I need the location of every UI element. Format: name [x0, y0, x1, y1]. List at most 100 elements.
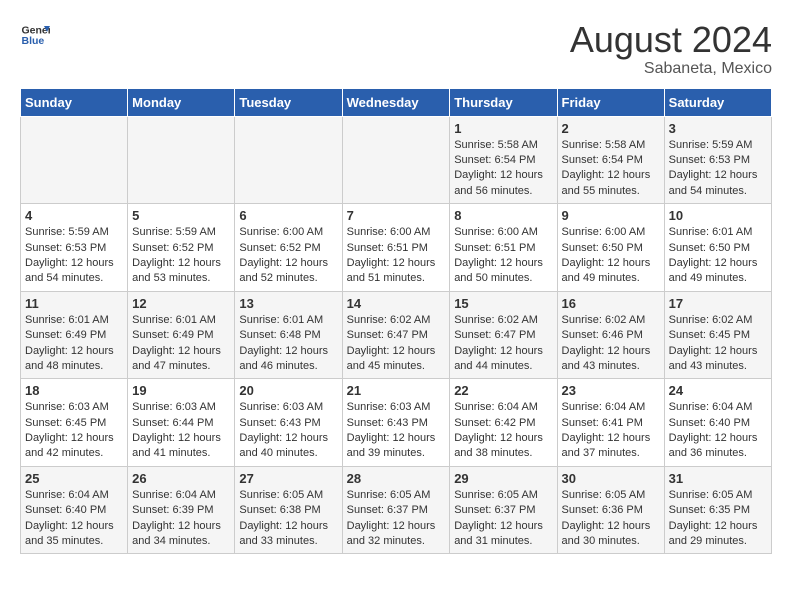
day-number: 25	[25, 471, 123, 486]
calendar-cell: 24 Sunrise: 6:04 AMSunset: 6:40 PMDayligh…	[664, 379, 771, 467]
calendar-week-row: 4 Sunrise: 5:59 AMSunset: 6:53 PMDaylight…	[21, 204, 772, 292]
calendar-header-tuesday: Tuesday	[235, 88, 342, 116]
day-number: 6	[239, 208, 337, 223]
calendar-title: August 2024	[570, 20, 772, 60]
day-number: 12	[132, 296, 230, 311]
calendar-cell: 14Sunrise: 6:02 AMSunset: 6:47 PMDayligh…	[342, 291, 450, 379]
day-number: 3	[669, 121, 767, 136]
calendar-week-row: 18Sunrise: 6:03 AMSunset: 6:45 PMDayligh…	[21, 379, 772, 467]
day-detail: Sunrise: 5:59 AMSunset: 6:53 PMDaylight:…	[669, 138, 767, 200]
day-number: 29	[454, 471, 552, 486]
calendar-cell: 2 Sunrise: 5:58 AMSunset: 6:54 PMDaylight…	[557, 116, 664, 204]
calendar-table: SundayMondayTuesdayWednesdayThursdayFrid…	[20, 88, 772, 555]
calendar-cell: 27 Sunrise: 6:05 AMSunset: 6:38 PMDayligh…	[235, 466, 342, 554]
day-detail: Sunrise: 6:00 AMSunset: 6:50 PMDaylight:…	[562, 225, 660, 287]
day-number: 15	[454, 296, 552, 311]
calendar-cell: 15Sunrise: 6:02 AMSunset: 6:47 PMDayligh…	[450, 291, 557, 379]
calendar-cell: 4 Sunrise: 5:59 AMSunset: 6:53 PMDaylight…	[21, 204, 128, 292]
calendar-cell	[21, 116, 128, 204]
calendar-cell: 22 Sunrise: 6:04 AMSunset: 6:42 PMDayligh…	[450, 379, 557, 467]
day-number: 5	[132, 208, 230, 223]
day-detail: Sunrise: 5:59 AMSunset: 6:53 PMDaylight:…	[25, 225, 123, 287]
day-number: 11	[25, 296, 123, 311]
day-number: 17	[669, 296, 767, 311]
day-detail: Sunrise: 5:59 AMSunset: 6:52 PMDaylight:…	[132, 225, 230, 287]
day-number: 19	[132, 383, 230, 398]
calendar-header-saturday: Saturday	[664, 88, 771, 116]
calendar-cell: 17 Sunrise: 6:02 AMSunset: 6:45 PMDayligh…	[664, 291, 771, 379]
title-block: August 2024 Sabaneta, Mexico	[570, 20, 772, 78]
calendar-cell: 20 Sunrise: 6:03 AMSunset: 6:43 PMDayligh…	[235, 379, 342, 467]
day-detail: Sunrise: 6:03 AMSunset: 6:45 PMDaylight:…	[25, 400, 123, 462]
day-detail: Sunrise: 6:03 AMSunset: 6:43 PMDaylight:…	[239, 400, 337, 462]
day-number: 24	[669, 383, 767, 398]
calendar-week-row: 1Sunrise: 5:58 AMSunset: 6:54 PMDaylight…	[21, 116, 772, 204]
day-detail: Sunrise: 6:00 AMSunset: 6:51 PMDaylight:…	[347, 225, 446, 287]
calendar-cell	[128, 116, 235, 204]
calendar-week-row: 25Sunrise: 6:04 AMSunset: 6:40 PMDayligh…	[21, 466, 772, 554]
day-detail: Sunrise: 6:05 AMSunset: 6:38 PMDaylight:…	[239, 488, 337, 550]
day-number: 4	[25, 208, 123, 223]
day-detail: Sunrise: 5:58 AMSunset: 6:54 PMDaylight:…	[562, 138, 660, 200]
day-number: 13	[239, 296, 337, 311]
day-number: 27	[239, 471, 337, 486]
day-detail: Sunrise: 6:02 AMSunset: 6:45 PMDaylight:…	[669, 313, 767, 375]
calendar-cell: 8Sunrise: 6:00 AMSunset: 6:51 PMDaylight…	[450, 204, 557, 292]
day-detail: Sunrise: 6:01 AMSunset: 6:49 PMDaylight:…	[132, 313, 230, 375]
page-header: General Blue August 2024 Sabaneta, Mexic…	[20, 20, 772, 78]
calendar-cell: 28 Sunrise: 6:05 AMSunset: 6:37 PMDayligh…	[342, 466, 450, 554]
day-number: 10	[669, 208, 767, 223]
calendar-cell: 6 Sunrise: 6:00 AMSunset: 6:52 PMDaylight…	[235, 204, 342, 292]
calendar-cell: 3 Sunrise: 5:59 AMSunset: 6:53 PMDaylight…	[664, 116, 771, 204]
day-detail: Sunrise: 6:02 AMSunset: 6:46 PMDaylight:…	[562, 313, 660, 375]
day-number: 23	[562, 383, 660, 398]
day-detail: Sunrise: 6:03 AMSunset: 6:44 PMDaylight:…	[132, 400, 230, 462]
day-number: 7	[347, 208, 446, 223]
day-number: 14	[347, 296, 446, 311]
calendar-header-monday: Monday	[128, 88, 235, 116]
day-number: 2	[562, 121, 660, 136]
day-detail: Sunrise: 6:00 AMSunset: 6:51 PMDaylight:…	[454, 225, 552, 287]
calendar-cell: 5 Sunrise: 5:59 AMSunset: 6:52 PMDaylight…	[128, 204, 235, 292]
day-detail: Sunrise: 6:04 AMSunset: 6:42 PMDaylight:…	[454, 400, 552, 462]
calendar-cell: 1Sunrise: 5:58 AMSunset: 6:54 PMDaylight…	[450, 116, 557, 204]
day-number: 22	[454, 383, 552, 398]
day-detail: Sunrise: 6:05 AMSunset: 6:37 PMDaylight:…	[347, 488, 446, 550]
logo-icon: General Blue	[20, 20, 50, 50]
day-detail: Sunrise: 6:01 AMSunset: 6:49 PMDaylight:…	[25, 313, 123, 375]
calendar-cell: 19 Sunrise: 6:03 AMSunset: 6:44 PMDayligh…	[128, 379, 235, 467]
calendar-cell: 18Sunrise: 6:03 AMSunset: 6:45 PMDayligh…	[21, 379, 128, 467]
day-detail: Sunrise: 6:04 AMSunset: 6:40 PMDaylight:…	[669, 400, 767, 462]
day-number: 30	[562, 471, 660, 486]
day-number: 21	[347, 383, 446, 398]
day-number: 20	[239, 383, 337, 398]
calendar-cell: 16 Sunrise: 6:02 AMSunset: 6:46 PMDayligh…	[557, 291, 664, 379]
day-number: 9	[562, 208, 660, 223]
calendar-header-row: SundayMondayTuesdayWednesdayThursdayFrid…	[21, 88, 772, 116]
day-number: 28	[347, 471, 446, 486]
day-number: 16	[562, 296, 660, 311]
calendar-cell	[235, 116, 342, 204]
day-detail: Sunrise: 6:01 AMSunset: 6:50 PMDaylight:…	[669, 225, 767, 287]
logo: General Blue	[20, 20, 50, 50]
calendar-header-wednesday: Wednesday	[342, 88, 450, 116]
calendar-cell: 29 Sunrise: 6:05 AMSunset: 6:37 PMDayligh…	[450, 466, 557, 554]
day-detail: Sunrise: 6:04 AMSunset: 6:39 PMDaylight:…	[132, 488, 230, 550]
calendar-cell: 23Sunrise: 6:04 AMSunset: 6:41 PMDayligh…	[557, 379, 664, 467]
calendar-cell: 30 Sunrise: 6:05 AMSunset: 6:36 PMDayligh…	[557, 466, 664, 554]
day-number: 31	[669, 471, 767, 486]
day-detail: Sunrise: 6:01 AMSunset: 6:48 PMDaylight:…	[239, 313, 337, 375]
day-detail: Sunrise: 6:00 AMSunset: 6:52 PMDaylight:…	[239, 225, 337, 287]
calendar-header-friday: Friday	[557, 88, 664, 116]
calendar-cell: 26 Sunrise: 6:04 AMSunset: 6:39 PMDayligh…	[128, 466, 235, 554]
calendar-cell: 7 Sunrise: 6:00 AMSunset: 6:51 PMDaylight…	[342, 204, 450, 292]
calendar-subtitle: Sabaneta, Mexico	[570, 60, 772, 78]
calendar-cell: 31Sunrise: 6:05 AMSunset: 6:35 PMDayligh…	[664, 466, 771, 554]
svg-text:Blue: Blue	[22, 35, 45, 47]
day-number: 26	[132, 471, 230, 486]
day-detail: Sunrise: 6:05 AMSunset: 6:36 PMDaylight:…	[562, 488, 660, 550]
calendar-header-thursday: Thursday	[450, 88, 557, 116]
calendar-cell	[342, 116, 450, 204]
day-detail: Sunrise: 6:05 AMSunset: 6:37 PMDaylight:…	[454, 488, 552, 550]
calendar-week-row: 11 Sunrise: 6:01 AMSunset: 6:49 PMDayligh…	[21, 291, 772, 379]
